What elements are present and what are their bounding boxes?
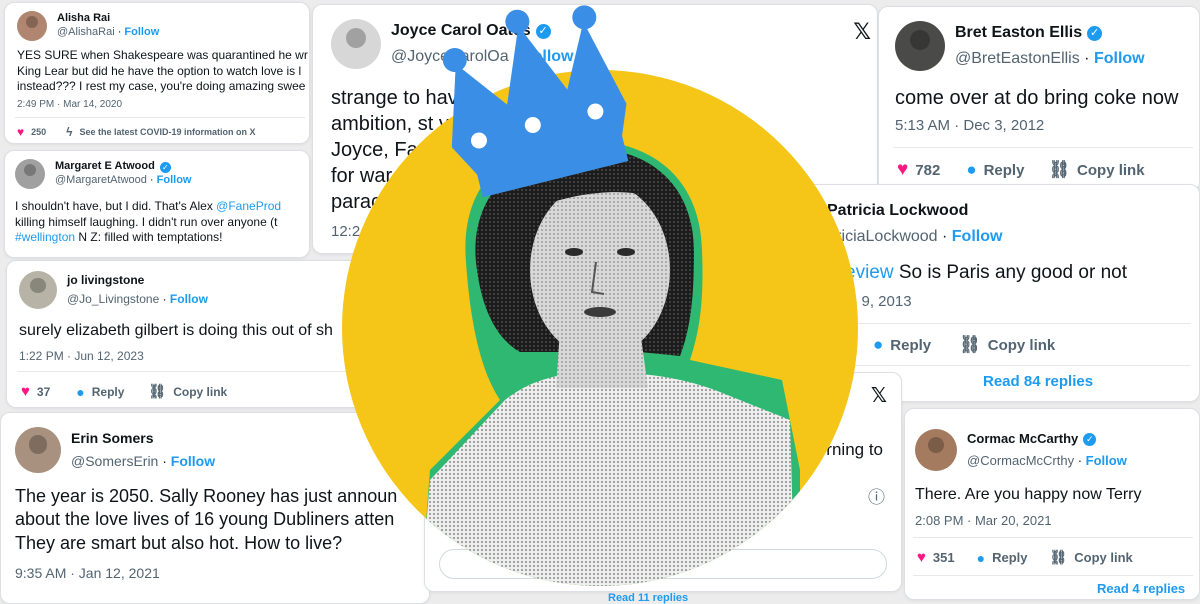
verified-badge-icon: ✓ <box>1083 432 1097 446</box>
tweet-text: The year is 2050. Sally Rooney has just … <box>15 486 398 553</box>
author-name[interactable]: Cormac McCarthy <box>967 431 1078 447</box>
follow-button[interactable]: Follow <box>1094 50 1145 67</box>
avatar[interactable] <box>331 19 381 69</box>
author-name[interactable]: Joyce Carol Oates <box>391 21 531 41</box>
author-name[interactable]: Erin Somers <box>71 430 215 448</box>
tweet-card-bret-easton-ellis[interactable]: Bret Easton Ellis ✓ @BretEastonEllis · Fo… <box>878 6 1200 192</box>
follow-button[interactable]: Follow <box>1086 453 1127 468</box>
author-handle[interactable]: TriciaLockwood <box>827 228 938 245</box>
tweet-timestamp[interactable]: 5:13 AM · Dec 3, 2012 <box>895 117 1044 134</box>
tweet-text: YES SURE when Shakespeare was quarantine… <box>17 48 308 94</box>
author-handle[interactable]: @CormacMcCrthy <box>967 453 1074 468</box>
follow-button[interactable]: Follow <box>171 453 215 469</box>
heart-icon[interactable]: ♥ <box>21 383 30 400</box>
tweet-card-joyce-carol-oates[interactable]: Joyce Carol Oates ✓ @JoyceCarolOa · Follo… <box>312 4 878 254</box>
copy-link-button[interactable]: Copy link <box>1074 550 1133 565</box>
author-name[interactable]: Margaret E Atwood <box>55 160 155 174</box>
link-icon[interactable]: ⛓ <box>148 383 166 400</box>
author-handle[interactable]: @SomersErin <box>71 453 158 469</box>
tweet-text: surely elizabeth gilbert is doing this o… <box>19 322 333 339</box>
author-handle[interactable]: @AlishaRai <box>57 26 115 38</box>
author-name[interactable]: Bret Easton Ellis <box>955 23 1082 43</box>
hashtag-link[interactable]: #wellington <box>15 230 75 244</box>
verified-badge-icon: ✓ <box>535 23 551 39</box>
author-name[interactable]: jo livingstone <box>67 273 208 288</box>
info-icon[interactable]: ⓘ <box>868 483 885 508</box>
tweet-card-erin-somers[interactable]: Erin Somers @SomersErin · Follow The yea… <box>0 412 430 604</box>
tweet-text: strange to have at novels of ambition, s… <box>331 87 577 213</box>
follow-button[interactable]: Follow <box>124 26 159 38</box>
covid-info-link[interactable]: See the latest COVID-19 information on X <box>80 127 256 137</box>
author-handle[interactable]: @JoyceCarolOa <box>391 48 509 65</box>
link-icon[interactable]: ⛓ <box>959 335 981 355</box>
avatar[interactable] <box>17 11 47 41</box>
bolt-icon: ϟ <box>66 125 73 139</box>
follow-button[interactable]: Follow <box>170 292 208 306</box>
verified-badge-icon: ✓ <box>159 161 171 173</box>
heart-icon[interactable]: ♥ <box>917 549 926 566</box>
copy-link-button[interactable]: Copy link <box>173 385 227 399</box>
tweet-card-patricia-lockwood[interactable]: Patricia Lockwood TriciaLockwood · Follo… <box>800 184 1200 402</box>
reply-button[interactable]: Reply <box>984 162 1025 179</box>
tweet-text: I shouldn't have, but I did. That's Alex… <box>15 199 282 245</box>
author-handle[interactable]: @BretEastonEllis <box>955 50 1080 67</box>
author-name[interactable]: Patricia Lockwood <box>827 201 1002 221</box>
avatar[interactable] <box>15 159 45 189</box>
avatar[interactable] <box>19 271 57 309</box>
read-replies-link[interactable]: Read 84 replies <box>983 373 1093 390</box>
reply-icon[interactable]: ● <box>76 384 84 400</box>
mention-link[interactable]: eview <box>845 262 894 283</box>
reply-button[interactable]: Reply <box>92 385 125 399</box>
tweet-timestamp[interactable]: n 9, 2013 <box>849 293 912 310</box>
mention-link[interactable]: @FaneProd <box>216 199 281 213</box>
tweet-text: come over at do bring coke now <box>895 87 1179 109</box>
follow-button[interactable]: Follow <box>952 228 1003 245</box>
avatar[interactable] <box>895 21 945 71</box>
tweet-text: rning to <box>826 440 883 459</box>
tweet-timestamp[interactable]: 12:2 <box>331 223 360 240</box>
tweet-timestamp[interactable]: 2:08 PM · Mar 20, 2021 <box>915 513 1052 528</box>
tweet-card-alisha-rai[interactable]: Alisha Rai @AlishaRai · Follow YES SURE … <box>4 2 310 144</box>
heart-icon[interactable]: ♥ <box>17 125 24 139</box>
tweet-timestamp[interactable]: 1:22 PM · Jun 12, 2023 <box>19 349 144 363</box>
reply-input[interactable] <box>439 549 887 579</box>
reply-button[interactable]: Reply <box>890 337 931 354</box>
tweet-text: eview So is Paris any good or not <box>845 262 1127 283</box>
like-count: 250 <box>31 127 47 137</box>
reply-icon[interactable]: ● <box>873 335 883 355</box>
avatar[interactable] <box>915 429 957 471</box>
tweet-card-cormac-mccarthy[interactable]: Cormac McCarthy ✓ @CormacMcCrthy · Follow… <box>904 408 1200 600</box>
author-handle[interactable]: @Jo_Livingstone <box>67 292 159 306</box>
copy-link-button[interactable]: Copy link <box>1077 162 1145 179</box>
heart-icon[interactable]: ♥ <box>897 159 908 181</box>
read-replies-link[interactable]: Read 4 replies <box>1097 581 1185 596</box>
link-icon[interactable]: ⛓ <box>1049 549 1067 566</box>
like-count: 782 <box>915 161 941 179</box>
copy-link-button[interactable]: Copy link <box>988 337 1056 354</box>
follow-button[interactable]: Follow <box>523 48 574 65</box>
tweet-card-partial[interactable]: 𝕏 rning to ⓘ <box>424 372 902 592</box>
verified-badge-icon: ✓ <box>1087 25 1103 41</box>
x-logo-icon[interactable]: 𝕏 <box>871 383 887 408</box>
like-count: 351 <box>932 550 955 565</box>
author-handle[interactable]: @MargaretAtwood <box>55 174 147 186</box>
avatar[interactable] <box>15 427 61 473</box>
x-logo-icon[interactable]: 𝕏 <box>853 19 871 45</box>
tweet-timestamp[interactable]: 9:35 AM · Jan 12, 2021 <box>15 565 160 581</box>
author-name[interactable]: Alisha Rai <box>57 12 159 26</box>
tweet-text: There. Are you happy now Terry <box>915 486 1142 503</box>
tweet-timestamp[interactable]: 2:49 PM · Mar 14, 2020 <box>17 99 122 110</box>
tweet-card-margaret-atwood[interactable]: Margaret E Atwood ✓ @MargaretAtwood · Fol… <box>4 150 310 258</box>
reply-button[interactable]: Reply <box>992 550 1027 565</box>
follow-button[interactable]: Follow <box>157 174 192 186</box>
reply-icon[interactable]: ● <box>966 160 976 180</box>
reply-icon[interactable]: ● <box>977 550 985 566</box>
tweet-card-jo-livingstone[interactable]: jo livingstone @Jo_Livingstone · Follow … <box>6 260 366 408</box>
link-icon[interactable]: ⛓ <box>1048 160 1070 180</box>
read-replies-link[interactable]: Read 11 replies <box>608 592 688 604</box>
like-count: 37 <box>36 384 51 399</box>
